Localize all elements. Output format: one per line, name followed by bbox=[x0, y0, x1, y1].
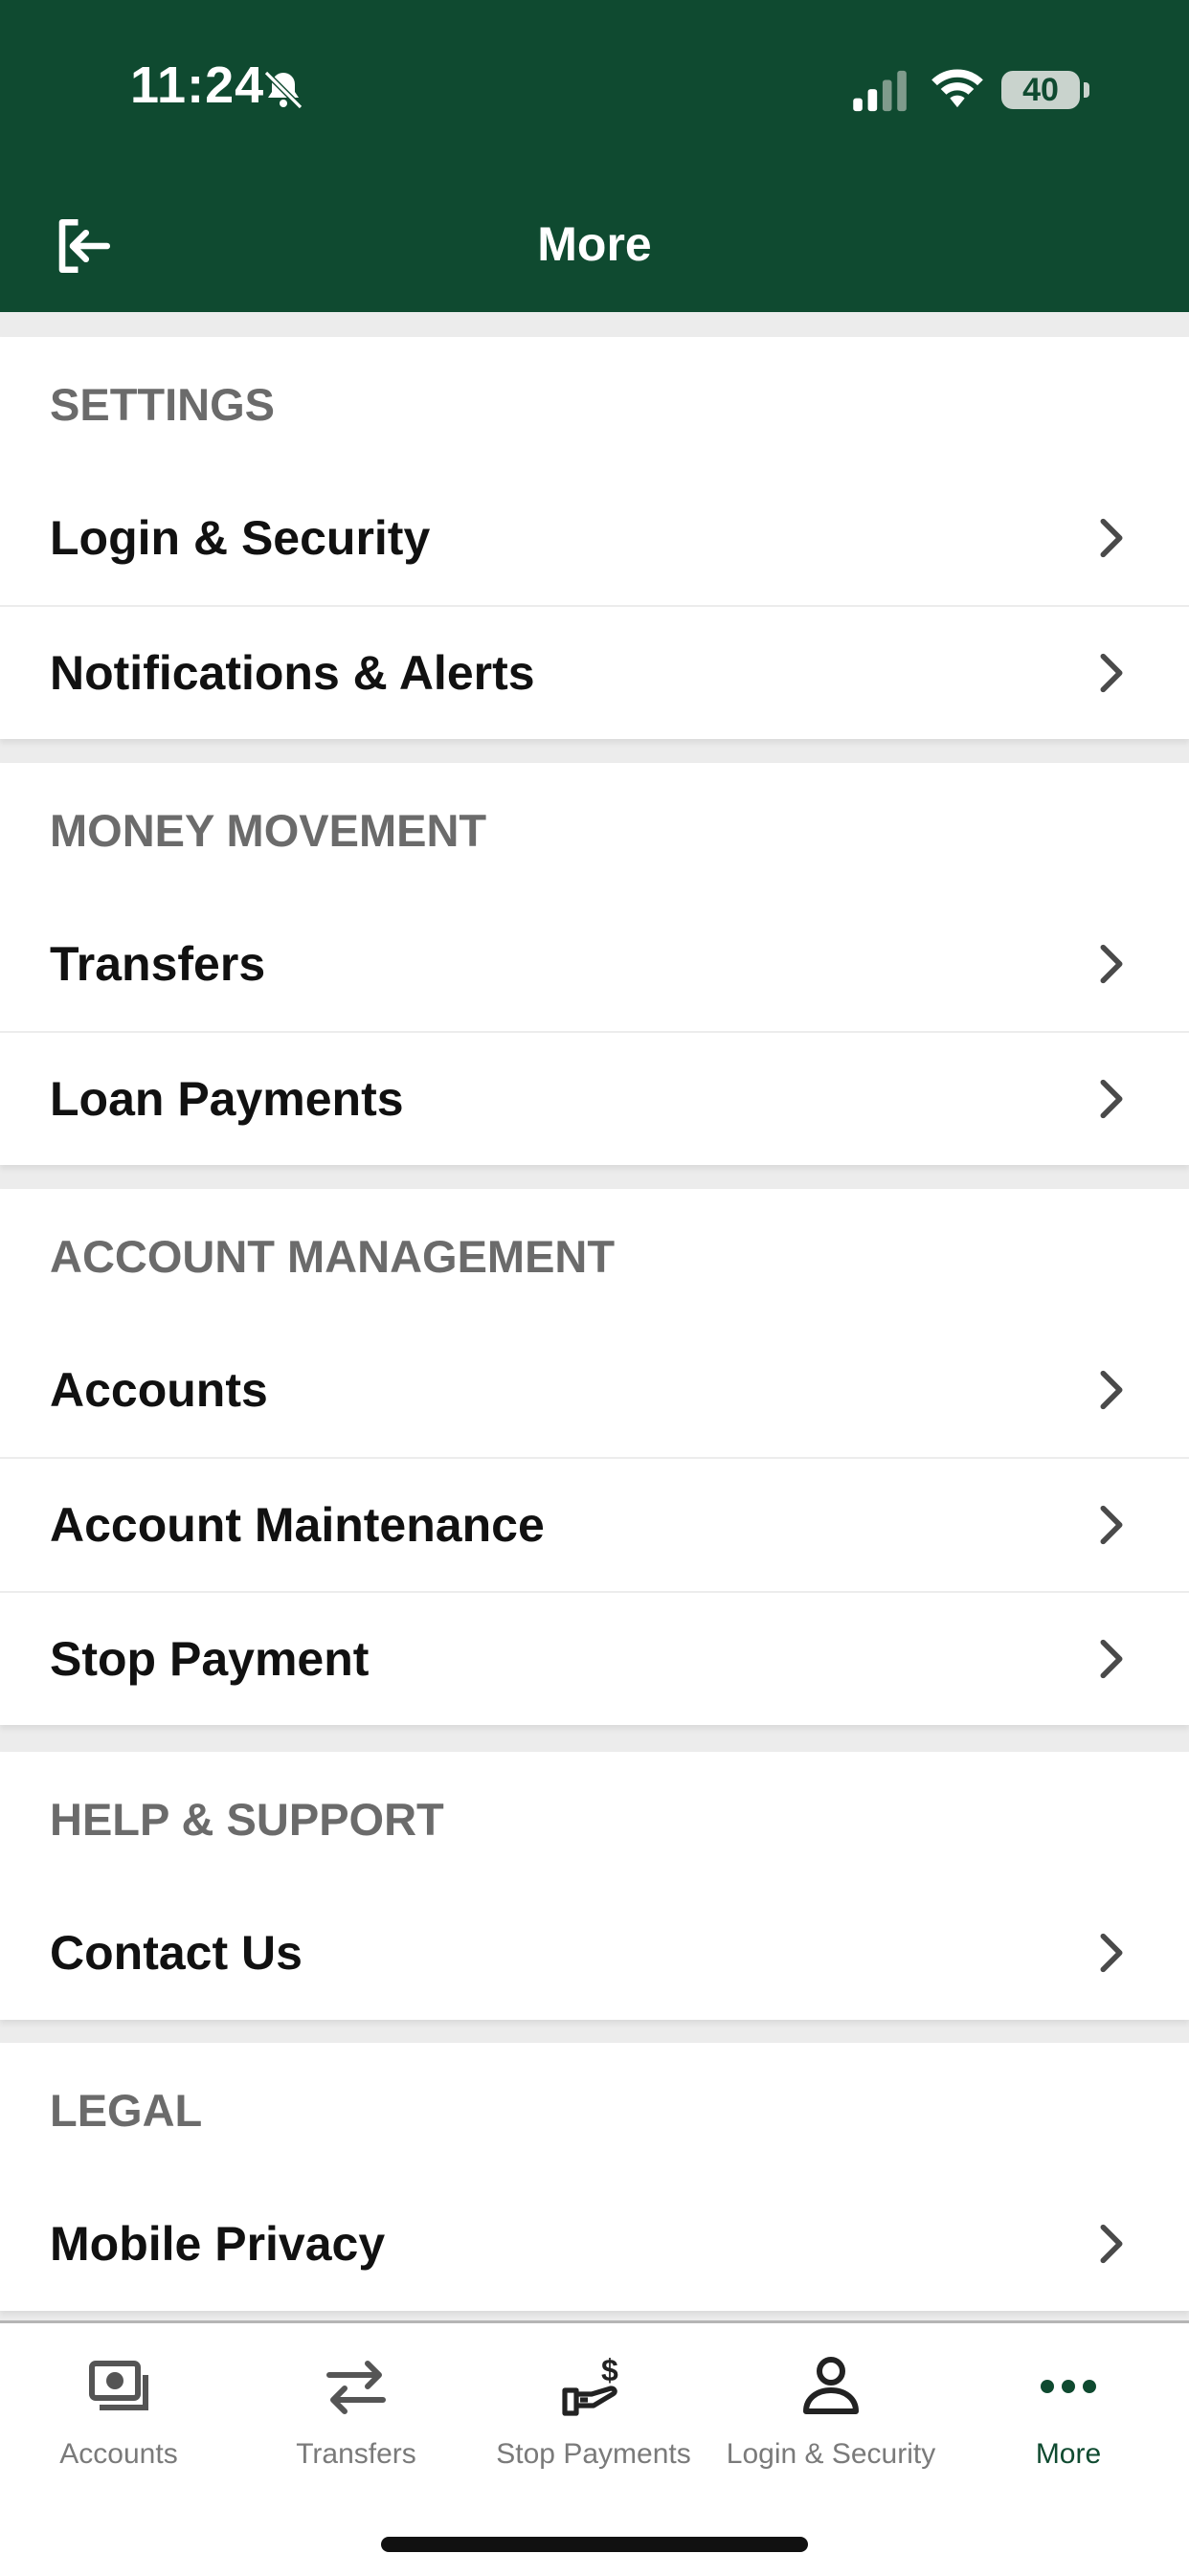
chevron-right-icon bbox=[1100, 1079, 1123, 1119]
menu-item-transfers[interactable]: Transfers bbox=[0, 897, 1189, 1031]
section-account-management: ACCOUNT MANAGEMENT Accounts Account Main… bbox=[0, 1189, 1189, 1725]
section-header: ACCOUNT MANAGEMENT bbox=[50, 1230, 616, 1282]
person-icon bbox=[803, 2357, 859, 2414]
menu-item-mobile-privacy[interactable]: Mobile Privacy bbox=[0, 2177, 1189, 2311]
chevron-right-icon bbox=[1100, 518, 1123, 558]
tab-label: Accounts bbox=[59, 2438, 178, 2470]
chevron-right-icon bbox=[1100, 653, 1123, 693]
battery-tip bbox=[1084, 82, 1089, 98]
home-indicator[interactable] bbox=[381, 2537, 808, 2552]
menu-item-label: Contact Us bbox=[50, 1926, 303, 1980]
section-settings: SETTINGS Login & Security Notifications … bbox=[0, 337, 1189, 739]
menu-item-login-security[interactable]: Login & Security bbox=[0, 471, 1189, 605]
section-legal: LEGAL Mobile Privacy bbox=[0, 2043, 1189, 2311]
menu-item-label: Account Maintenance bbox=[50, 1498, 545, 1552]
tab-stop-payments[interactable]: $ Stop Payments bbox=[475, 2323, 712, 2515]
accounts-icon bbox=[89, 2361, 148, 2410]
svg-text:$: $ bbox=[601, 2353, 618, 2387]
tab-accounts[interactable]: Accounts bbox=[0, 2323, 237, 2515]
app-header: 11:24 40 More bbox=[0, 0, 1189, 312]
section-header: MONEY MOVEMENT bbox=[50, 804, 487, 856]
cellular-signal-icon bbox=[853, 70, 907, 112]
tab-transfers[interactable]: Transfers bbox=[237, 2323, 475, 2515]
transfer-arrows-icon bbox=[326, 2361, 386, 2414]
chevron-right-icon bbox=[1100, 1933, 1123, 1973]
tab-more[interactable]: More bbox=[950, 2323, 1187, 2515]
section-header: SETTINGS bbox=[50, 378, 276, 430]
chevron-right-icon bbox=[1100, 1370, 1123, 1410]
page-title: More bbox=[537, 217, 652, 271]
wifi-icon bbox=[931, 69, 983, 108]
more-dots-icon bbox=[1041, 2380, 1096, 2393]
menu-item-label: Notifications & Alerts bbox=[50, 646, 535, 700]
menu-item-stop-payment[interactable]: Stop Payment bbox=[0, 1591, 1189, 1725]
status-time: 11:24 bbox=[130, 56, 265, 114]
menu-item-label: Transfers bbox=[50, 937, 266, 991]
menu-item-label: Loan Payments bbox=[50, 1072, 404, 1126]
tab-label: Stop Payments bbox=[496, 2438, 691, 2470]
chevron-right-icon bbox=[1100, 1505, 1123, 1545]
chevron-right-icon bbox=[1100, 1639, 1123, 1679]
menu-item-account-maintenance[interactable]: Account Maintenance bbox=[0, 1457, 1189, 1591]
section-money-movement: MONEY MOVEMENT Transfers Loan Payments bbox=[0, 763, 1189, 1165]
bell-muted-icon bbox=[263, 70, 303, 110]
tab-label: More bbox=[1035, 2438, 1102, 2470]
section-header: HELP & SUPPORT bbox=[50, 1793, 444, 1845]
menu-item-accounts[interactable]: Accounts bbox=[0, 1323, 1189, 1457]
menu-item-notifications-alerts[interactable]: Notifications & Alerts bbox=[0, 605, 1189, 739]
menu-item-label: Mobile Privacy bbox=[50, 2217, 386, 2271]
menu-item-label: Login & Security bbox=[50, 511, 431, 565]
battery-indicator: 40 bbox=[1001, 71, 1080, 109]
menu-item-contact-us[interactable]: Contact Us bbox=[0, 1886, 1189, 2020]
section-help-support: HELP & SUPPORT Contact Us bbox=[0, 1752, 1189, 2020]
tab-label: Transfers bbox=[296, 2438, 416, 2470]
menu-item-loan-payments[interactable]: Loan Payments bbox=[0, 1031, 1189, 1165]
hand-dollar-icon: $ bbox=[562, 2353, 618, 2416]
chevron-right-icon bbox=[1100, 2224, 1123, 2264]
section-header: LEGAL bbox=[50, 2084, 203, 2136]
tab-label: Login & Security bbox=[726, 2438, 936, 2470]
menu-item-label: Accounts bbox=[50, 1363, 268, 1417]
chevron-right-icon bbox=[1100, 944, 1123, 984]
menu-item-label: Stop Payment bbox=[50, 1632, 370, 1686]
tab-login-security[interactable]: Login & Security bbox=[712, 2323, 950, 2515]
